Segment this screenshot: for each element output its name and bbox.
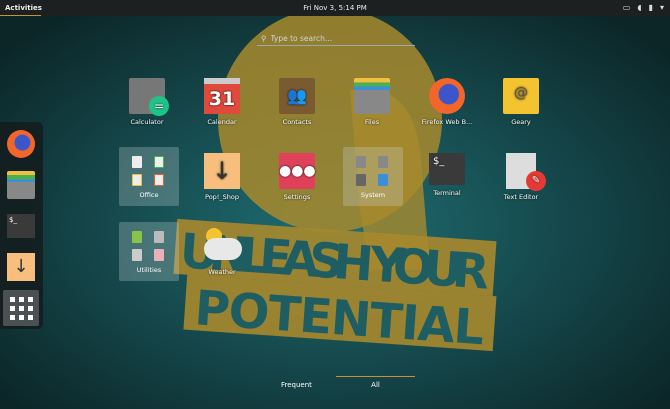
battery-icon[interactable]: ▮ xyxy=(649,3,653,12)
dash-terminal[interactable]: $_ xyxy=(4,209,38,243)
dash-firefox[interactable] xyxy=(4,127,38,161)
tab-all-label: All xyxy=(371,381,380,389)
search-field[interactable]: ⚲ xyxy=(257,29,415,46)
folder-office[interactable]: Office xyxy=(119,147,179,206)
clock[interactable]: Fri Nov 3, 5:14 PM xyxy=(0,4,670,12)
wallpaper: UNLEASH YOUR POTENTIAL xyxy=(0,0,670,409)
tab-frequent[interactable]: Frequent xyxy=(281,381,312,389)
app-firefox[interactable]: Firefox Web B... xyxy=(410,78,484,126)
app-label: Contacts xyxy=(282,118,312,126)
calendar-icon: 31 xyxy=(204,78,240,114)
firefox-icon xyxy=(7,130,35,158)
app-label: Files xyxy=(364,118,380,126)
settings-icon: ●●● xyxy=(279,153,316,189)
contacts-icon: 👥 xyxy=(279,78,315,114)
utilities-icon xyxy=(119,222,179,266)
weather-icon xyxy=(204,228,242,264)
firefox-icon xyxy=(429,78,465,114)
terminal-icon: $_ xyxy=(7,214,35,238)
app-label: Calculator xyxy=(130,118,164,126)
text-editor-icon: ✎ xyxy=(506,153,546,191)
menu-arrow-icon[interactable]: ▾ xyxy=(660,3,664,12)
dash-files[interactable] xyxy=(4,168,38,202)
dash-pop-shop[interactable]: ↓ xyxy=(4,250,38,284)
pop-shop-icon: ↓ xyxy=(7,253,35,281)
app-geary[interactable]: @ Geary xyxy=(484,78,558,126)
app-label: Firefox Web B... xyxy=(421,118,473,126)
system-icon xyxy=(343,147,403,191)
app-label: Weather xyxy=(208,268,236,276)
calculator-icon: = xyxy=(129,78,169,116)
app-label: Settings xyxy=(283,193,311,201)
display-icon[interactable]: ▭ xyxy=(623,3,631,12)
app-calendar[interactable]: 31 Calendar xyxy=(185,78,259,126)
office-icon xyxy=(119,147,179,191)
search-input[interactable] xyxy=(270,33,401,43)
app-text-editor[interactable]: ✎ Text Editor xyxy=(484,153,558,201)
tab-all[interactable]: All xyxy=(336,376,415,389)
system-tray[interactable]: ▭ ◖ ▮ ▾ xyxy=(623,3,664,12)
folder-utilities[interactable]: Utilities xyxy=(119,222,179,281)
app-label: Geary xyxy=(511,118,531,126)
app-terminal[interactable]: $_ Terminal xyxy=(410,153,484,197)
show-apps-icon xyxy=(9,296,33,320)
pop-shop-icon: ↓ xyxy=(204,153,240,189)
app-label: Terminal xyxy=(433,189,461,197)
show-applications-button[interactable] xyxy=(3,290,39,326)
app-contacts[interactable]: 👥 Contacts xyxy=(260,78,334,126)
folder-label: System xyxy=(360,191,386,199)
app-files[interactable]: Files xyxy=(335,78,409,126)
files-icon xyxy=(7,171,35,199)
volume-icon[interactable]: ◖ xyxy=(637,3,641,12)
geary-icon: @ xyxy=(503,78,539,114)
top-bar: Activities Fri Nov 3, 5:14 PM ▭ ◖ ▮ ▾ xyxy=(0,0,670,16)
files-icon xyxy=(354,78,390,114)
app-label: Pop!_Shop xyxy=(205,193,239,201)
app-weather[interactable]: Weather xyxy=(185,228,259,276)
app-pop-shop[interactable]: ↓ Pop!_Shop xyxy=(185,153,259,201)
folder-label: Utilities xyxy=(136,266,162,274)
folder-system[interactable]: System xyxy=(343,147,403,206)
dash: $_ ↓ xyxy=(0,122,43,329)
app-calculator[interactable]: = Calculator xyxy=(110,78,184,126)
folder-label: Office xyxy=(139,191,159,199)
search-icon: ⚲ xyxy=(261,33,267,43)
app-label: Text Editor xyxy=(503,193,539,201)
terminal-icon: $_ xyxy=(429,153,465,185)
app-settings[interactable]: ●●● Settings xyxy=(260,153,334,201)
app-label: Calendar xyxy=(207,118,237,126)
